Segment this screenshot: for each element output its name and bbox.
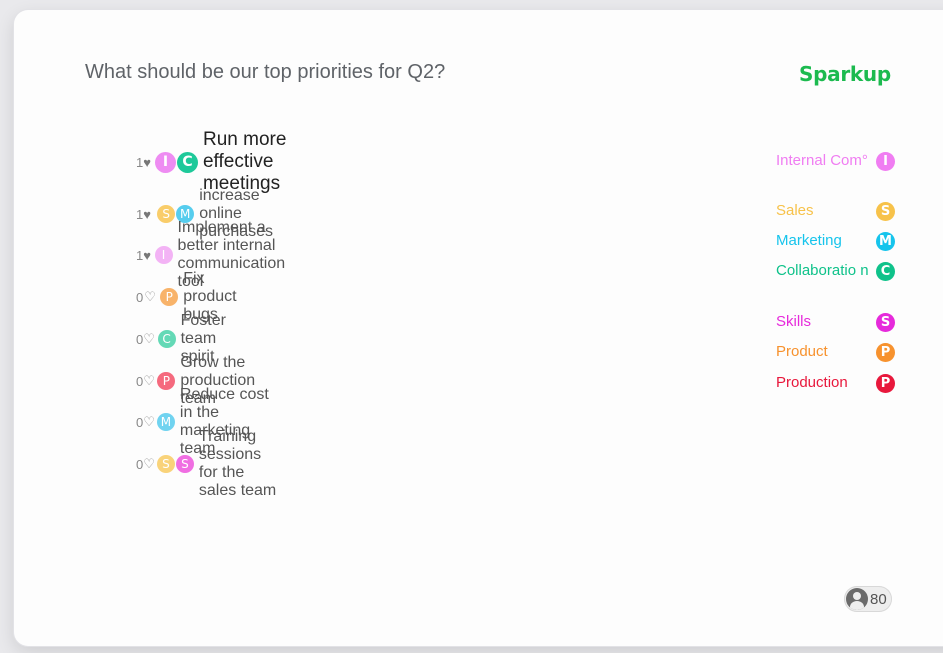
legend-chip: C bbox=[876, 262, 895, 281]
heart-filled-icon[interactable]: ♥ bbox=[143, 155, 153, 170]
tag-chip: P bbox=[160, 288, 179, 306]
legend-label: Internal Com° bbox=[776, 152, 868, 169]
heart-filled-icon[interactable]: ♥ bbox=[143, 248, 152, 263]
vote-count: 1 bbox=[136, 206, 144, 222]
legend-chip: S bbox=[876, 313, 895, 332]
participant-count: 80 bbox=[870, 590, 887, 608]
legend-item-product[interactable]: Product P bbox=[776, 343, 916, 362]
tag-chip: S bbox=[156, 455, 175, 473]
legend-item-marketing[interactable]: Marketing M bbox=[776, 232, 916, 251]
idea-item[interactable]: 1 ♥ I C Run more effective meetings bbox=[136, 129, 301, 194]
board-card: What should be our top priorities for Q2… bbox=[14, 10, 943, 646]
idea-item[interactable]: 0 ♡ P Fix product bugs bbox=[136, 270, 252, 323]
idea-item[interactable]: 0 ♡ S S Training sessions for the sales … bbox=[136, 428, 280, 499]
legend-label: Marketing bbox=[776, 232, 842, 249]
heart-outline-icon[interactable]: ♡ bbox=[144, 289, 158, 305]
heart-outline-icon[interactable]: ♡ bbox=[143, 456, 155, 472]
vote-count: 0 bbox=[136, 289, 144, 305]
tag-chip: C bbox=[176, 151, 198, 173]
tag-chip: I bbox=[154, 151, 176, 173]
legend-chip: M bbox=[876, 232, 895, 251]
legend-item-skills[interactable]: Skills S bbox=[776, 313, 916, 332]
legend-item-sales[interactable]: Sales S bbox=[776, 202, 916, 221]
tag-chip: S bbox=[157, 205, 176, 223]
idea-text: Training sessions for the sales team bbox=[198, 428, 277, 499]
sparkup-logo: Sparkup bbox=[799, 62, 891, 86]
legend-label: Collaboratio n bbox=[776, 262, 869, 279]
legend-label: Skills bbox=[776, 313, 812, 330]
vote-count: 0 bbox=[136, 414, 144, 430]
idea-text: Run more effective meetings bbox=[202, 129, 287, 194]
user-icon bbox=[846, 588, 868, 610]
tag-chip: M bbox=[156, 413, 175, 431]
vote-count: 1 bbox=[136, 247, 144, 263]
question-title: What should be our top priorities for Q2… bbox=[85, 61, 446, 83]
legend-label: Product bbox=[776, 343, 828, 360]
tag-chip: S bbox=[175, 455, 194, 473]
legend-label: Production bbox=[776, 374, 848, 391]
tag-chip: C bbox=[157, 330, 176, 348]
vote-count: 0 bbox=[136, 456, 144, 472]
legend-chip: I bbox=[876, 152, 895, 171]
vote-count: 0 bbox=[136, 331, 144, 347]
legend-chip: P bbox=[876, 374, 895, 393]
legend-chip: S bbox=[876, 202, 895, 221]
heart-outline-icon[interactable]: ♡ bbox=[143, 373, 155, 389]
tag-chip: P bbox=[157, 372, 176, 390]
legend-item-internal-com[interactable]: Internal Com° I bbox=[776, 152, 916, 171]
participants-badge[interactable]: 80 bbox=[844, 586, 892, 612]
vote-count: 1 bbox=[136, 154, 144, 170]
idea-item[interactable]: 1 ♥ I Implement a better internal commun… bbox=[136, 219, 307, 290]
legend-label: Sales bbox=[776, 202, 814, 219]
tag-chip: I bbox=[154, 246, 173, 264]
legend-item-production[interactable]: Production P bbox=[776, 374, 916, 393]
heart-outline-icon[interactable]: ♡ bbox=[143, 414, 155, 430]
legend-chip: P bbox=[876, 343, 895, 362]
legend-item-collaboration[interactable]: Collaboratio n C bbox=[776, 262, 916, 281]
heart-filled-icon[interactable]: ♥ bbox=[143, 207, 155, 222]
vote-count: 0 bbox=[136, 373, 144, 389]
heart-outline-icon[interactable]: ♡ bbox=[143, 331, 155, 347]
idea-item[interactable]: 0 ♡ C Foster team spirit bbox=[136, 312, 244, 365]
